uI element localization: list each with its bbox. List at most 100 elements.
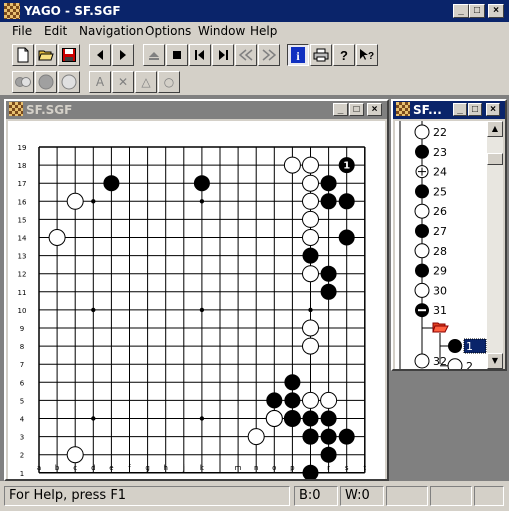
white-stone[interactable]: [302, 174, 319, 192]
save-button[interactable]: [58, 44, 80, 66]
black-stone[interactable]: [302, 410, 319, 427]
tree-node[interactable]: 29: [415, 263, 447, 278]
white-stone[interactable]: [320, 391, 338, 409]
variation-folder-icon[interactable]: [432, 322, 449, 333]
back-button[interactable]: [89, 44, 111, 66]
tree-window-titlebar[interactable]: SF... _ □ ×: [393, 101, 505, 119]
black-stone[interactable]: [284, 410, 301, 427]
black-stone[interactable]: [320, 193, 337, 210]
black-stone[interactable]: [193, 175, 210, 192]
menu-file[interactable]: File: [12, 24, 32, 38]
play-alternate-button[interactable]: [12, 71, 34, 93]
black-stone[interactable]: [320, 410, 337, 427]
tree-close-button[interactable]: ×: [486, 103, 500, 116]
black-stone[interactable]: [320, 428, 337, 445]
tree-node[interactable]: 28: [414, 243, 447, 259]
board-close-button[interactable]: ×: [367, 103, 382, 116]
menu-edit[interactable]: Edit: [44, 24, 67, 38]
scroll-up-button[interactable]: ▲: [487, 121, 503, 137]
white-stone[interactable]: [302, 229, 319, 246]
fast-back-button[interactable]: [235, 44, 257, 66]
black-stone[interactable]: [338, 229, 355, 246]
white-stone[interactable]: [283, 156, 301, 174]
board-window-titlebar[interactable]: SF.SGF _ □ ×: [6, 101, 387, 119]
minimize-button[interactable]: _: [453, 4, 469, 18]
game-tree-view[interactable]: 22 23 24 25 26 27 28 29 30 31 1 2 32 ▲ ▼: [395, 121, 503, 369]
mark-circle-button[interactable]: ○: [158, 71, 180, 93]
white-stone[interactable]: [302, 391, 319, 409]
black-stone[interactable]: [320, 446, 337, 463]
print-button[interactable]: [310, 44, 332, 66]
white-stone[interactable]: [247, 428, 265, 446]
black-stone[interactable]: [302, 464, 319, 481]
white-stone[interactable]: [66, 446, 84, 464]
mark-triangle-button[interactable]: △: [135, 71, 157, 93]
variation-node[interactable]: 1: [448, 338, 487, 354]
context-help-button[interactable]: ?: [356, 44, 378, 66]
white-stone[interactable]: [302, 192, 319, 210]
go-board[interactable]: 19 18 17 16 15 14 13 12 11 10 9 8 7 6 5 4 3 2 1 a b c d e f g h j k l…: [8, 121, 385, 481]
play-white-button[interactable]: [58, 71, 80, 93]
tree-node[interactable]: 30: [414, 282, 447, 298]
maximize-button[interactable]: □: [469, 4, 485, 18]
tree-node[interactable]: 22: [414, 124, 447, 140]
black-stone[interactable]: [103, 175, 120, 192]
black-stone[interactable]: [302, 428, 319, 445]
tree-maximize-button[interactable]: □: [468, 103, 482, 116]
tree-node[interactable]: 24: [415, 165, 447, 179]
board-window[interactable]: SF.SGF _ □ × 19 18 17 16 15 14 13 12 11 10 9 8 7 6 5 4 3…: [4, 99, 389, 481]
help-button[interactable]: ?: [333, 44, 355, 66]
black-stone[interactable]: [302, 247, 319, 264]
yago-app-icon[interactable]: [4, 3, 20, 19]
tree-node[interactable]: 27: [415, 224, 447, 238]
menu-window[interactable]: Window: [198, 24, 245, 38]
white-stone[interactable]: [66, 192, 84, 210]
app-titlebar[interactable]: YAGO - SF.SGF _ □ ×: [0, 0, 509, 22]
tree-node[interactable]: 26: [414, 203, 447, 219]
black-stone[interactable]: [284, 392, 301, 409]
board-maximize-button[interactable]: □: [349, 103, 364, 116]
black-stone[interactable]: [338, 193, 355, 210]
tree-scrollbar[interactable]: ▲ ▼: [487, 121, 503, 369]
black-stone[interactable]: [284, 374, 301, 391]
menu-navigation[interactable]: Navigation: [79, 24, 144, 38]
black-stone[interactable]: [320, 175, 337, 192]
menu-options[interactable]: Options: [145, 24, 191, 38]
first-variation-button[interactable]: [143, 44, 165, 66]
new-button[interactable]: [12, 44, 34, 66]
white-stone[interactable]: [48, 229, 66, 246]
white-stone[interactable]: [265, 410, 283, 427]
white-stone[interactable]: [302, 319, 319, 337]
fast-forward-button[interactable]: [258, 44, 280, 66]
game-tree-window[interactable]: SF... _ □ × 22 23 24 25 26 27 28 29 30 31 1 2 32 ▲ ▼: [391, 99, 507, 371]
tree-minimize-button[interactable]: _: [453, 103, 467, 116]
go-end-button[interactable]: [212, 44, 234, 66]
tree-node[interactable]: 31: [415, 303, 447, 318]
white-stone[interactable]: [302, 210, 319, 228]
play-black-button[interactable]: [35, 71, 57, 93]
forward-button[interactable]: [112, 44, 134, 66]
stop-button[interactable]: [166, 44, 188, 66]
go-board-area[interactable]: 19 18 17 16 15 14 13 12 11 10 9 8 7 6 5 4 3 2 1 a b c d e f g h j k l…: [8, 121, 385, 481]
white-stone[interactable]: [302, 337, 319, 355]
go-start-button[interactable]: [189, 44, 211, 66]
close-button[interactable]: ×: [488, 4, 504, 18]
black-stone[interactable]: [320, 283, 337, 300]
info-button[interactable]: i: [287, 44, 309, 66]
document-icon[interactable]: [9, 102, 23, 116]
board-minimize-button[interactable]: _: [333, 103, 348, 116]
tree-node[interactable]: 23: [415, 144, 447, 159]
mark-letter-button[interactable]: A: [89, 71, 111, 93]
document-icon[interactable]: [396, 102, 410, 116]
mark-cross-button[interactable]: ✕: [112, 71, 134, 93]
tree-node[interactable]: 25: [415, 184, 447, 199]
black-stone[interactable]: [266, 392, 283, 409]
black-stone[interactable]: [320, 265, 337, 282]
variation-node[interactable]: 2: [447, 358, 473, 369]
black-stone[interactable]: [338, 428, 355, 445]
open-button[interactable]: [35, 44, 57, 66]
game-tree[interactable]: 22 23 24 25 26 27 28 29 30 31 1 2 32: [395, 121, 487, 369]
white-stone[interactable]: [302, 265, 319, 283]
white-stone[interactable]: [302, 156, 319, 174]
scroll-down-button[interactable]: ▼: [487, 353, 503, 369]
